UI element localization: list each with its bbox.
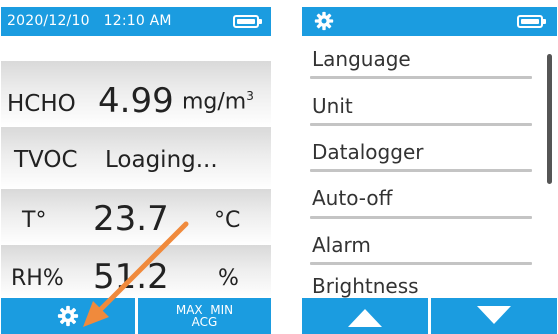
- temperature-unit: °C: [214, 208, 241, 233]
- settings-menu-screen: Language Unit Datalogger Auto-off Alarm …: [302, 7, 557, 334]
- tvoc-row: TVOC Loaging...: [1, 127, 271, 189]
- datetime-display: 2020/12/10 12:10 AM: [7, 13, 172, 29]
- gear-icon: [314, 11, 334, 31]
- hcho-row: HCHO 4.99 mg/m3: [1, 61, 271, 127]
- status-bar: 2020/12/10 12:10 AM: [1, 7, 271, 36]
- tvoc-label: TVOC: [14, 147, 78, 173]
- menu-item-language[interactable]: Language: [312, 47, 411, 71]
- battery-full-icon: [233, 15, 262, 28]
- triangle-up-icon: [348, 309, 382, 327]
- menu-item-auto-off[interactable]: Auto-off: [312, 186, 392, 210]
- humidity-unit: %: [218, 266, 239, 291]
- menu-divider: [310, 262, 532, 265]
- hcho-unit: mg/m3: [182, 89, 254, 115]
- status-bar: [302, 7, 557, 36]
- battery-full-icon: [517, 15, 546, 28]
- menu-divider: [310, 76, 532, 79]
- humidity-value: 51.2: [93, 257, 169, 297]
- temperature-value: 23.7: [93, 199, 169, 239]
- scroll-down-button[interactable]: [431, 298, 557, 334]
- triangle-down-icon: [477, 306, 511, 324]
- menu-divider: [310, 169, 532, 172]
- menu-item-alarm[interactable]: Alarm: [312, 233, 371, 257]
- humidity-label: RH%: [11, 266, 64, 291]
- stats-line-2: ACG: [191, 315, 218, 329]
- menu-item-unit[interactable]: Unit: [312, 94, 353, 118]
- humidity-row: RH% 51.2 %: [1, 245, 271, 298]
- temperature-label: T°: [22, 208, 47, 233]
- bottom-button-bar: MAX MIN ACG: [1, 298, 271, 334]
- main-readings-screen: 2020/12/10 12:10 AM HCHO 4.99 mg/m3 TVOC…: [1, 7, 271, 334]
- max-min-avg-button[interactable]: MAX MIN ACG: [138, 298, 271, 334]
- gear-icon: [57, 305, 79, 327]
- tvoc-value: Loaging...: [105, 147, 218, 173]
- menu-item-datalogger[interactable]: Datalogger: [312, 140, 423, 164]
- hcho-label: HCHO: [7, 91, 76, 117]
- menu-divider: [310, 123, 532, 126]
- temperature-row: T° 23.7 °C: [1, 189, 271, 245]
- hcho-value: 4.99: [98, 81, 174, 121]
- scroll-up-button[interactable]: [302, 298, 428, 334]
- menu-divider: [310, 216, 532, 219]
- menu-scrollbar[interactable]: [547, 54, 552, 184]
- settings-button[interactable]: [1, 298, 135, 334]
- menu-item-brightness[interactable]: Brightness: [312, 274, 419, 298]
- bottom-button-bar: [302, 298, 557, 334]
